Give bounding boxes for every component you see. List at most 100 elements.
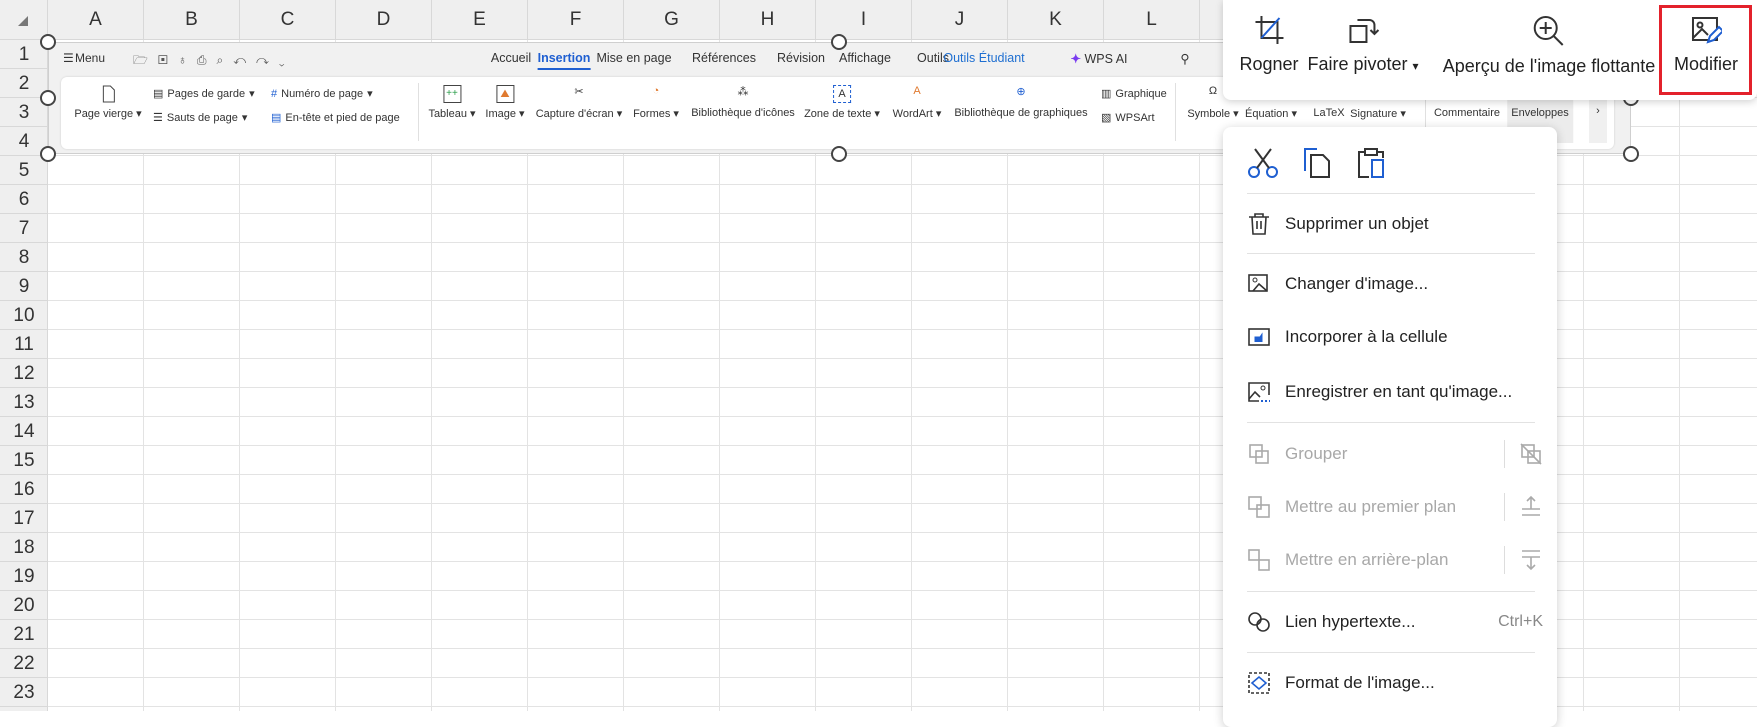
ribbon-tab: Révision	[777, 51, 825, 65]
search-icon: ⚲	[1180, 52, 1190, 66]
resize-handle[interactable]	[1623, 146, 1639, 162]
save-image-icon	[1248, 382, 1270, 402]
column-header-D[interactable]: D	[336, 0, 432, 40]
ribbon-tab: Affichage	[839, 51, 891, 65]
wpsart: ▧ WPSArt	[1101, 111, 1155, 125]
column-header-C[interactable]: C	[240, 0, 336, 40]
column-header-J[interactable]: J	[912, 0, 1008, 40]
highlight-box	[1659, 5, 1752, 95]
column-header-G[interactable]: G	[624, 0, 720, 40]
image: ⛰ Image ▾	[485, 85, 525, 120]
tableau: ++ Tableau ▾	[428, 85, 476, 120]
page-vierge: Page vierge ▾	[74, 85, 142, 120]
column-header-H[interactable]: H	[720, 0, 816, 40]
embed-in-cell-item[interactable]: Incorporer à la cellule	[1247, 320, 1543, 354]
send-back-icon	[1248, 549, 1270, 571]
menu-label: Menu	[75, 51, 106, 65]
crop-button[interactable]: Rogner	[1239, 14, 1299, 75]
row-header-12[interactable]: 12	[0, 359, 48, 388]
bring-to-front-item[interactable]: Mettre au premier plan	[1247, 490, 1543, 524]
row-header-20[interactable]: 20	[0, 591, 48, 620]
ribbon-tab: Mise en page	[596, 51, 672, 65]
row-header-22[interactable]: 22	[0, 649, 48, 678]
row-header-10[interactable]: 10	[0, 301, 48, 330]
hyperlink-shortcut: Ctrl+K	[1498, 613, 1543, 630]
bring-forward-icon[interactable]	[1519, 495, 1543, 519]
send-backward-icon[interactable]	[1519, 548, 1543, 572]
row-header-16[interactable]: 16	[0, 475, 48, 504]
format-image-icon	[1248, 672, 1270, 694]
formes: ◔ Formes ▾	[633, 85, 679, 120]
menu-icon: ☰	[63, 51, 74, 65]
select-all-icon	[18, 16, 28, 26]
change-image-item[interactable]: Changer d'image...	[1247, 267, 1543, 301]
resize-handle[interactable]	[831, 34, 847, 50]
ribbon-tab: Références	[692, 51, 756, 65]
row-header-15[interactable]: 15	[0, 446, 48, 475]
row-header-23[interactable]: 23	[0, 678, 48, 707]
trash-icon	[1249, 213, 1269, 235]
numero-de-page: # Numéro de page ▾	[271, 87, 373, 101]
wordart: A WordArt ▾	[892, 85, 942, 120]
sauts-de-page: ☰ Sauts de page ▾	[153, 111, 248, 125]
context-menu: Supprimer un objet Changer d'image... In…	[1223, 127, 1557, 727]
row-header-7[interactable]: 7	[0, 214, 48, 243]
row-header-18[interactable]: 18	[0, 533, 48, 562]
ungroup-icon[interactable]	[1519, 442, 1543, 466]
row-header-6[interactable]: 6	[0, 185, 48, 214]
float-preview-label: Aperçu de l'image flottante	[1442, 56, 1656, 76]
column-header-A[interactable]: A	[48, 0, 144, 40]
embed-icon	[1248, 328, 1270, 346]
en-tete-pied: ▤ En-tête et pied de page	[271, 111, 400, 125]
column-header-K[interactable]: K	[1008, 0, 1104, 40]
rotate-label: Faire pivoter	[1307, 54, 1408, 74]
column-header-E[interactable]: E	[432, 0, 528, 40]
ribbon-tab: Accueil	[490, 51, 532, 65]
row-header-5[interactable]: 5	[0, 156, 48, 185]
wps-ai-label: WPS AI	[1084, 52, 1128, 66]
row-headers: 1 2 3 4 5 6 7 8 9 10 11 12 13 14 15 16 17 18 19 20 21 22 23	[0, 40, 48, 711]
bring-front-icon	[1248, 496, 1270, 518]
rotate-button[interactable]: Faire pivoter ▾	[1307, 14, 1419, 75]
resize-handle[interactable]	[831, 146, 847, 162]
zone-texte: A Zone de texte ▾	[804, 85, 880, 120]
clipboard-row	[1247, 147, 1387, 179]
group-item[interactable]: Grouper	[1247, 437, 1543, 471]
crop-icon	[1254, 16, 1283, 44]
cut-icon[interactable]	[1247, 147, 1279, 179]
rotate-icon	[1349, 19, 1379, 43]
send-to-back-item[interactable]: Mettre en arrière-plan	[1247, 543, 1543, 577]
resize-handle[interactable]	[40, 90, 56, 106]
resize-handle[interactable]	[40, 146, 56, 162]
row-header-19[interactable]: 19	[0, 562, 48, 591]
paste-icon[interactable]	[1355, 147, 1387, 179]
link-icon	[1248, 612, 1270, 632]
pages-de-garde: ▤ Pages de garde ▾	[153, 87, 255, 101]
save-as-image-item[interactable]: Enregistrer en tant qu'image...	[1247, 375, 1543, 409]
row-header-11[interactable]: 11	[0, 330, 48, 359]
column-header-B[interactable]: B	[144, 0, 240, 40]
resize-handle[interactable]	[40, 34, 56, 50]
wps-ai-button: ✦ WPS AI	[1070, 52, 1128, 66]
format-image-item[interactable]: Format de l'image...	[1247, 666, 1543, 700]
chevron-down-icon: ▾	[1412, 59, 1419, 73]
row-header-17[interactable]: 17	[0, 504, 48, 533]
capture-ecran: ✂ Capture d'écran ▾	[535, 86, 623, 120]
row-header-21[interactable]: 21	[0, 620, 48, 649]
row-header-8[interactable]: 8	[0, 243, 48, 272]
delete-object-item[interactable]: Supprimer un objet	[1247, 207, 1543, 241]
row-header-13[interactable]: 13	[0, 388, 48, 417]
ribbon-tab: Insertion	[537, 51, 591, 70]
select-all-button[interactable]	[0, 0, 48, 40]
column-header-L[interactable]: L	[1104, 0, 1200, 40]
row-header-9[interactable]: 9	[0, 272, 48, 301]
bibliotheque-graphiques: ⊕ Bibliothèque de graphiques	[954, 86, 1088, 119]
hyperlink-item[interactable]: Lien hypertexte... Ctrl+K	[1247, 605, 1543, 639]
zoom-in-icon	[1533, 16, 1564, 46]
column-header-I[interactable]: I	[816, 0, 912, 40]
change-image-icon	[1248, 274, 1268, 292]
row-header-14[interactable]: 14	[0, 417, 48, 446]
column-header-F[interactable]: F	[528, 0, 624, 40]
copy-icon[interactable]	[1301, 147, 1333, 179]
float-preview-button[interactable]: Aperçu de l'image flottante	[1442, 14, 1656, 77]
